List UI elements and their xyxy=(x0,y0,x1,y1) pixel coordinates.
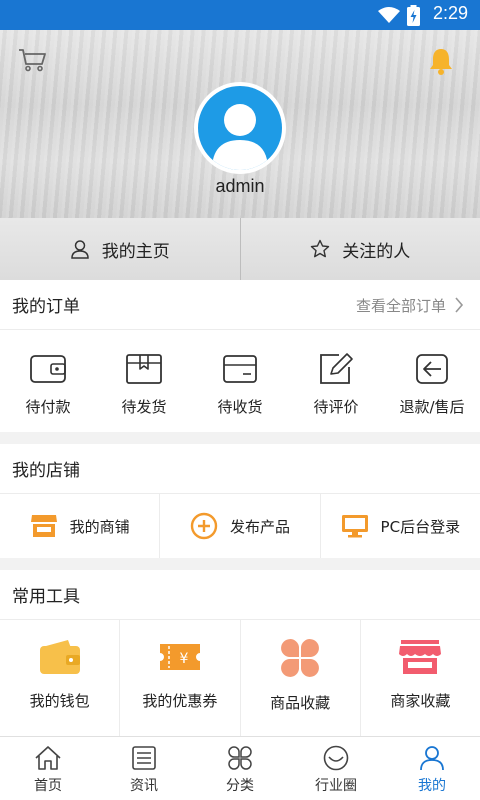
pending-receipt-label: 待收货 xyxy=(217,398,263,416)
monitor-icon xyxy=(341,515,368,538)
publish-product-button[interactable]: 发布产品 xyxy=(159,494,319,558)
shop-title: 我的店铺 xyxy=(12,461,80,481)
add-circle-icon xyxy=(190,512,218,540)
tab-category[interactable]: 分类 xyxy=(192,737,288,800)
pc-backend-login-button[interactable]: PC后台登录 xyxy=(319,494,480,558)
shop-awning-icon xyxy=(399,640,442,674)
tab-category-label: 分类 xyxy=(226,778,254,794)
tab-news[interactable]: 资讯 xyxy=(96,737,192,800)
star-icon xyxy=(311,239,330,258)
my-homepage-label: 我的主页 xyxy=(101,241,170,262)
product-favorites-button[interactable]: 商品收藏 xyxy=(239,620,360,736)
coupon-icon: ¥ xyxy=(159,644,200,670)
pending-shipment-button[interactable]: 待发货 xyxy=(96,330,192,432)
category-icon xyxy=(228,746,252,770)
pending-payment-label: 待付款 xyxy=(25,398,71,416)
pending-receipt-button[interactable]: 待收货 xyxy=(192,330,288,432)
publish-product-label: 发布产品 xyxy=(229,517,290,536)
view-all-orders-label: 查看全部订单 xyxy=(355,296,446,315)
wifi-icon xyxy=(378,7,400,23)
my-store-label: 我的商铺 xyxy=(69,517,130,536)
avatar[interactable] xyxy=(194,82,286,174)
svg-text:¥: ¥ xyxy=(179,651,188,667)
orders-section: 我的订单 查看全部订单 待付款 待发货 待收货 待评价 退款/售后 xyxy=(0,280,480,432)
user-icon xyxy=(420,746,444,771)
orders-title: 我的订单 xyxy=(12,297,80,317)
tab-industry-circle[interactable]: 行业圈 xyxy=(288,737,384,800)
product-favorites-label: 商品收藏 xyxy=(270,694,331,712)
my-store-button[interactable]: 我的商铺 xyxy=(0,494,159,558)
shop-section: 我的店铺 我的商铺 发布产品 PC后台登录 xyxy=(0,444,480,558)
card-icon xyxy=(223,355,257,383)
quick-links: 我的主页 关注的人 xyxy=(0,218,480,280)
my-homepage-button[interactable]: 我的主页 xyxy=(0,218,240,280)
merchant-favorites-label: 商家收藏 xyxy=(390,692,451,710)
my-wallet-label: 我的钱包 xyxy=(29,692,90,710)
tab-industry-circle-label: 行业圈 xyxy=(315,778,357,794)
username: admin xyxy=(215,176,265,196)
bottom-tab-bar: 首页 资讯 分类 行业圈 我的 xyxy=(0,736,480,800)
pending-review-label: 待评价 xyxy=(313,398,359,416)
home-icon xyxy=(35,746,61,770)
tab-mine[interactable]: 我的 xyxy=(384,737,480,800)
refund-aftersale-label: 退款/售后 xyxy=(399,398,465,416)
wallet-icon xyxy=(30,355,66,383)
battery-charging-icon xyxy=(407,5,420,26)
following-button[interactable]: 关注的人 xyxy=(239,218,480,280)
pending-shipment-label: 待发货 xyxy=(121,398,167,416)
view-all-orders-link[interactable]: 查看全部订单 xyxy=(356,280,464,330)
tools-section: 常用工具 我的钱包 ¥ 我的优惠券 商品收藏 商家收藏 xyxy=(0,570,480,736)
merchant-favorites-button[interactable]: 商家收藏 xyxy=(359,620,480,736)
cart-icon[interactable] xyxy=(18,48,46,72)
pending-payment-button[interactable]: 待付款 xyxy=(0,330,96,432)
refund-aftersale-button[interactable]: 退款/售后 xyxy=(384,330,480,432)
store-icon xyxy=(30,515,57,537)
profile-header: admin xyxy=(0,30,480,218)
tools-title: 常用工具 xyxy=(12,587,80,607)
smile-icon xyxy=(323,745,349,771)
my-wallet-button[interactable]: 我的钱包 xyxy=(0,620,119,736)
news-icon xyxy=(132,746,156,770)
clock: 2:29 xyxy=(432,3,468,23)
box-icon xyxy=(126,354,162,384)
my-coupons-label: 我的优惠券 xyxy=(142,692,218,710)
pc-backend-login-label: PC后台登录 xyxy=(380,517,461,536)
edit-icon xyxy=(320,353,353,384)
pending-review-button[interactable]: 待评价 xyxy=(288,330,384,432)
clover-icon xyxy=(281,639,320,677)
my-coupons-button[interactable]: ¥ 我的优惠券 xyxy=(119,620,239,736)
tab-mine-label: 我的 xyxy=(418,778,446,794)
bell-icon[interactable] xyxy=(426,46,456,76)
tab-news-label: 资讯 xyxy=(130,778,158,794)
status-bar: 2:29 xyxy=(0,0,480,30)
following-label: 关注的人 xyxy=(342,241,411,262)
return-icon xyxy=(416,354,448,384)
person-icon xyxy=(70,240,89,259)
tab-home[interactable]: 首页 xyxy=(0,737,96,800)
default-avatar-icon xyxy=(198,86,282,170)
purse-icon xyxy=(39,640,80,674)
tab-home-label: 首页 xyxy=(34,778,62,794)
chevron-right-icon xyxy=(455,297,464,313)
